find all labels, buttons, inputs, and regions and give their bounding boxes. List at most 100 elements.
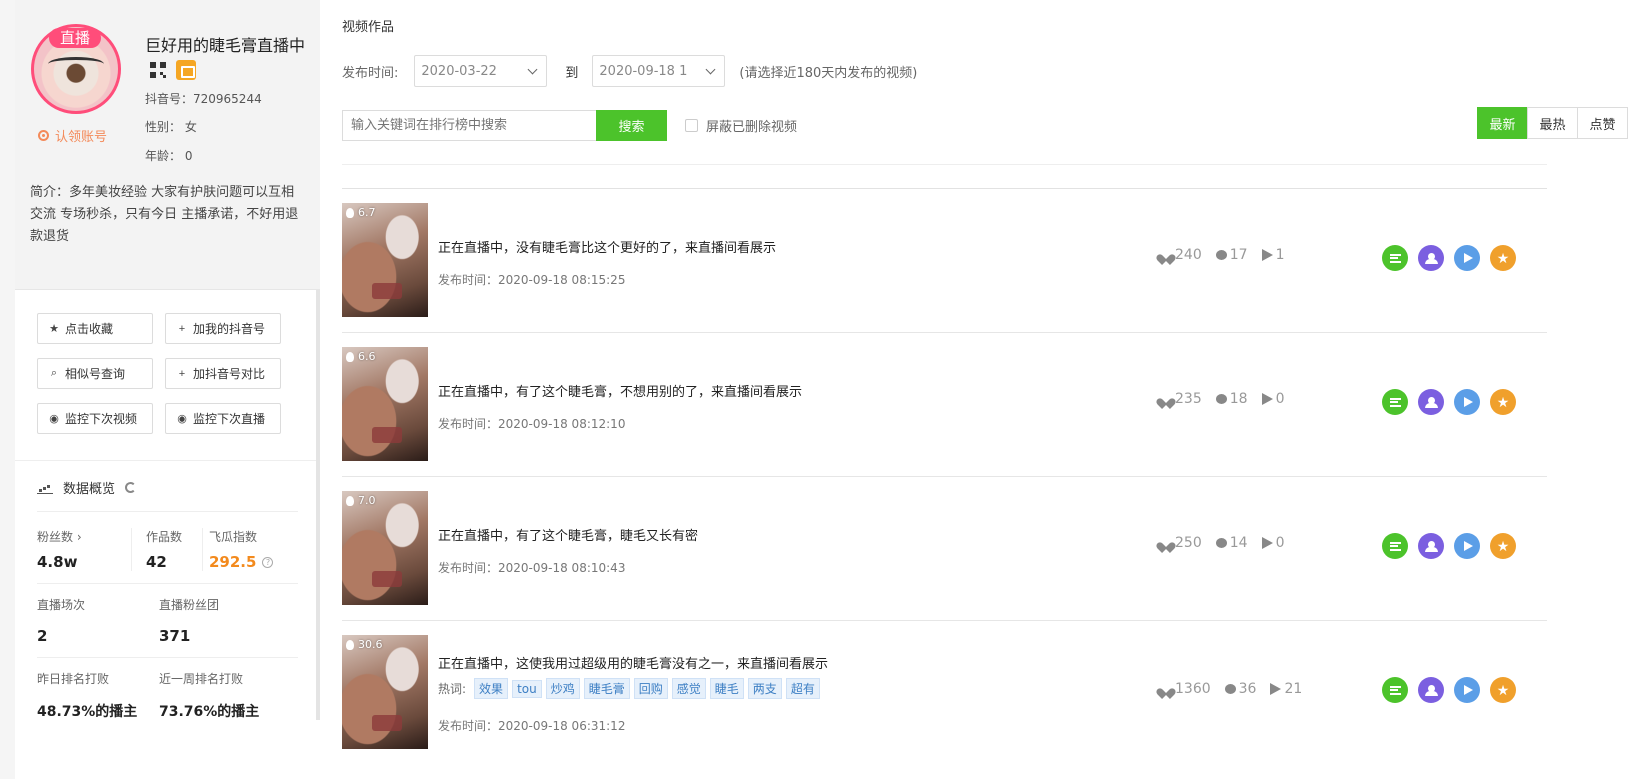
hot-word-tag[interactable]: tou <box>512 679 542 698</box>
video-row[interactable]: 6.6 正在直播中，有了这个睫毛膏，不想用别的了，来直播间看展示 发布时间：20… <box>342 333 1547 477</box>
video-title[interactable]: 正在直播中，有了这个睫毛膏，睫毛又长有密 <box>438 525 698 544</box>
audience-button[interactable] <box>1418 389 1444 415</box>
list-icon <box>1389 685 1401 695</box>
fans-stat[interactable]: 粉丝数 › 4.8w <box>37 528 117 571</box>
hot-word-tag[interactable]: 睫毛 <box>709 678 744 699</box>
compare-label: 加抖音号对比 <box>193 367 266 381</box>
fans-label: 粉丝数 <box>37 530 74 544</box>
favorite-button[interactable]: ★ 点击收藏 <box>37 313 153 344</box>
overview-title: 数据概览 <box>63 482 116 497</box>
monitor-live-button[interactable]: ◉ 监控下次直播 <box>165 403 281 434</box>
filter-label: 发布时间: <box>342 65 399 81</box>
compare-button[interactable]: + 加抖音号对比 <box>165 358 281 389</box>
search-button[interactable]: 搜索 <box>596 110 667 141</box>
hide-deleted-toggle[interactable]: 屏蔽已删除视频 <box>685 116 797 135</box>
bio: 简介：多年美妆经验 大家有护肤问题可以互相交流 专场秒杀，只有今日 主播承诺，不… <box>30 185 299 244</box>
detail-button[interactable] <box>1382 533 1408 559</box>
claim-account-link[interactable]: 认领账号 <box>38 126 107 145</box>
play-icon <box>1464 253 1473 263</box>
section-title: 视频作品 <box>342 20 395 35</box>
video-title[interactable]: 正在直播中，没有睫毛膏比这个更好的了，来直播间看展示 <box>438 237 776 256</box>
detail-button[interactable] <box>1382 677 1408 703</box>
detail-button[interactable] <box>1382 389 1408 415</box>
detail-button[interactable] <box>1382 245 1408 271</box>
shop-icon[interactable] <box>176 60 196 80</box>
target-icon <box>38 130 49 141</box>
hot-word-tag[interactable]: 效果 <box>474 678 509 699</box>
eye-lash-image <box>48 57 104 71</box>
works-stat: 作品数 42 <box>146 528 202 571</box>
hot-word-tag[interactable]: 感觉 <box>671 678 706 699</box>
star-icon: ★ <box>1496 682 1510 698</box>
index-stat: 飞瓜指数 292.5? <box>209 528 298 571</box>
live-badge[interactable]: 直播 <box>49 28 101 48</box>
douyin-id: 抖音号：720965244 <box>145 92 262 106</box>
video-counts: 1360 36 21 <box>1160 681 1302 697</box>
favorite-video-button[interactable]: ★ <box>1490 245 1516 271</box>
help-icon[interactable]: ? <box>262 557 274 568</box>
video-row[interactable]: 7.0 正在直播中，有了这个睫毛膏，睫毛又长有密 发布时间：2020-09-18… <box>342 477 1547 621</box>
qr-code-icon[interactable] <box>150 62 166 78</box>
monitor-video-button[interactable]: ◉ 监控下次视频 <box>37 403 153 434</box>
favorite-label: 点击收藏 <box>65 322 114 336</box>
video-title[interactable]: 正在直播中，这使我用过超级用的睫毛膏没有之一，来直播间看展示 <box>438 653 828 672</box>
stats-row-1: 粉丝数 › 4.8w 作品数 42 飞瓜指数 292.5? <box>15 528 320 571</box>
list-icon <box>1389 397 1401 407</box>
like-count: 240 <box>1175 247 1202 263</box>
refresh-icon[interactable] <box>125 482 137 493</box>
claim-label: 认领账号 <box>55 130 108 145</box>
audience-button[interactable] <box>1418 533 1444 559</box>
video-thumbnail[interactable]: 7.0 <box>342 491 428 605</box>
people-icon <box>1424 685 1438 696</box>
like-count: 250 <box>1175 535 1202 551</box>
date-from-picker[interactable]: 2020-03-22 <box>414 55 548 87</box>
hot-word-tag[interactable]: 超有 <box>785 678 820 699</box>
search-input[interactable] <box>342 110 596 141</box>
favorite-video-button[interactable]: ★ <box>1490 533 1516 559</box>
hot-word-tag[interactable]: 回购 <box>633 678 668 699</box>
flame-icon <box>346 495 354 506</box>
hide-deleted-label: 屏蔽已删除视频 <box>706 120 798 135</box>
comment-count: 17 <box>1229 247 1248 263</box>
week-rank-value: 73.76%的播主 <box>159 704 260 720</box>
video-title[interactable]: 正在直播中，有了这个睫毛膏，不想用别的了，来直播间看展示 <box>438 381 802 400</box>
chart-icon <box>37 482 53 494</box>
video-row[interactable]: 30.6 正在直播中，这使我用过超级用的睫毛膏没有之一，来直播间看展示 热词: … <box>342 621 1547 765</box>
hot-word-tag[interactable]: 炒鸡 <box>545 678 580 699</box>
video-date: 发布时间：2020-09-18 08:10:43 <box>438 561 626 575</box>
video-row[interactable]: 6.7 正在直播中，没有睫毛膏比这个更好的了，来直播间看展示 发布时间：2020… <box>342 189 1547 333</box>
sort-likes-button[interactable]: 点赞 <box>1577 107 1628 139</box>
play-button[interactable] <box>1454 677 1480 703</box>
favorite-video-button[interactable]: ★ <box>1490 389 1516 415</box>
comment-icon <box>1215 250 1227 260</box>
add-douyin-button[interactable]: + 加我的抖音号 <box>165 313 281 344</box>
similar-search-button[interactable]: ⌕ 相似号查询 <box>37 358 153 389</box>
play-button[interactable] <box>1454 533 1480 559</box>
share-icon <box>1261 537 1273 549</box>
play-button[interactable] <box>1454 389 1480 415</box>
video-thumbnail[interactable]: 6.7 <box>342 203 428 317</box>
video-thumbnail[interactable]: 30.6 <box>342 635 428 749</box>
list-icon <box>1389 253 1401 263</box>
date-to-picker[interactable]: 2020-09-18 1 <box>592 55 726 87</box>
list-icon <box>1389 541 1401 551</box>
hide-deleted-checkbox[interactable] <box>685 119 698 132</box>
to-label: 到 <box>565 65 579 81</box>
audience-button[interactable] <box>1418 245 1444 271</box>
audience-button[interactable] <box>1418 677 1444 703</box>
sort-hottest-button[interactable]: 最热 <box>1527 107 1578 139</box>
sort-latest-button[interactable]: 最新 <box>1477 107 1528 139</box>
play-button[interactable] <box>1454 245 1480 271</box>
hot-word-tag[interactable]: 两支 <box>747 678 782 699</box>
share-count: 0 <box>1275 535 1285 551</box>
hot-word-tag[interactable]: 睫毛膏 <box>583 678 630 699</box>
favorite-video-button[interactable]: ★ <box>1490 677 1516 703</box>
star-icon: ★ <box>1496 538 1510 554</box>
people-icon <box>1424 253 1438 264</box>
index-value: 292.5 <box>209 553 257 571</box>
share-count: 0 <box>1275 391 1285 407</box>
works-value: 42 <box>146 553 167 571</box>
video-thumbnail[interactable]: 6.6 <box>342 347 428 461</box>
heat-value: 7.0 <box>358 494 376 507</box>
date-to-value: 2020-09-18 1 <box>599 63 688 79</box>
